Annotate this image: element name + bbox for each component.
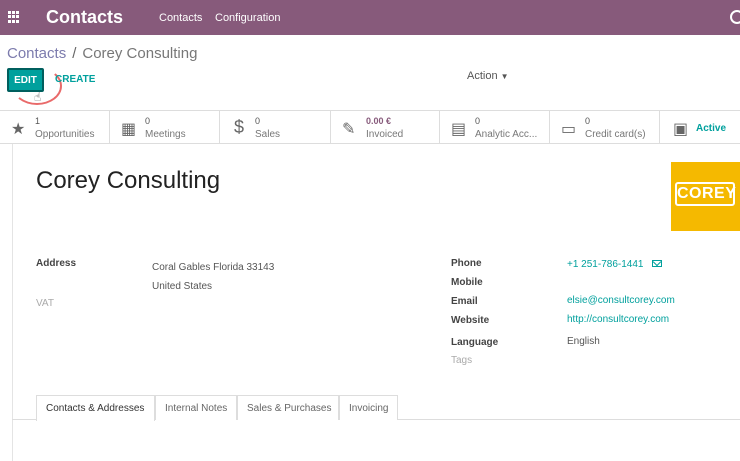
mobile-label: Mobile	[451, 277, 483, 288]
pencil-square-icon: ✎	[342, 121, 356, 138]
address-label: Address	[36, 258, 77, 269]
website-link[interactable]: http://consultcorey.com	[567, 314, 669, 325]
address-line1: Coral Gables Florida 33143	[152, 262, 275, 273]
meetings-button[interactable]: ▦ 0 Meetings	[110, 111, 220, 144]
invoiced-label: Invoiced	[366, 129, 404, 140]
action-label: Action	[467, 70, 498, 82]
calendar-icon: ▦	[121, 121, 137, 138]
sales-label: Sales	[255, 129, 281, 140]
star-icon: ★	[11, 121, 26, 138]
website-label: Website	[451, 315, 490, 326]
breadcrumb-current: Corey Consulting	[82, 45, 198, 62]
address-line2: United States	[152, 281, 213, 292]
caret-down-icon: ▼	[500, 72, 509, 81]
analytic-accounts-label: Analytic Acc...	[475, 129, 538, 140]
language-value: English	[567, 336, 600, 347]
analytic-accounts-count: 0	[475, 116, 481, 126]
create-button[interactable]: CREATE	[55, 74, 95, 85]
email-label: Email	[451, 296, 478, 307]
credit-cards-label: Credit card(s)	[585, 129, 646, 140]
tags-label: Tags	[451, 355, 473, 366]
breadcrumb-contacts-link[interactable]: Contacts	[7, 45, 66, 62]
meetings-count: 0	[145, 116, 151, 126]
active-label: Active	[696, 123, 727, 134]
phone-label: Phone	[451, 258, 482, 269]
partner-logo[interactable]: COREY	[671, 162, 740, 231]
hand-cursor-icon: ☝	[34, 90, 42, 104]
credit-card-icon: ▭	[561, 121, 577, 138]
credit-cards-button[interactable]: ▭ 0 Credit card(s)	[550, 111, 660, 144]
breadcrumb: Contacts / Corey Consulting	[7, 45, 197, 62]
opportunities-button[interactable]: ★ 1 Opportunities	[0, 111, 110, 144]
sales-count: 0	[255, 116, 261, 126]
tab-invoicing[interactable]: Invoicing	[339, 395, 398, 420]
clock-icon[interactable]	[730, 10, 740, 24]
top-navbar: Contacts Contacts Configuration	[0, 0, 740, 35]
partner-name: Corey Consulting	[36, 167, 221, 194]
archive-icon: ▣	[673, 121, 689, 138]
tab-contacts-addresses[interactable]: Contacts & Addresses	[36, 395, 155, 421]
email-link[interactable]: elsie@consultcorey.com	[567, 295, 675, 306]
phone-link[interactable]: +1 251-786-1441	[567, 259, 643, 270]
analytic-accounts-button[interactable]: ▤ 0 Analytic Acc...	[440, 111, 550, 144]
book-icon: ▤	[451, 121, 467, 138]
action-dropdown[interactable]: Action ▼	[467, 70, 509, 82]
invoiced-button[interactable]: ✎ 0.00 € Invoiced	[331, 111, 440, 144]
language-label: Language	[451, 337, 499, 348]
sms-icon[interactable]	[652, 260, 662, 267]
sales-button[interactable]: $ 0 Sales	[220, 111, 331, 144]
tab-internal-notes[interactable]: Internal Notes	[155, 395, 237, 420]
menu-configuration[interactable]: Configuration	[215, 12, 280, 24]
meetings-label: Meetings	[145, 129, 186, 140]
opportunities-count: 1	[35, 116, 41, 126]
dollar-icon: $	[234, 117, 245, 137]
menu-contacts[interactable]: Contacts	[159, 12, 202, 24]
vat-label: VAT	[36, 298, 54, 309]
breadcrumb-separator: /	[72, 45, 77, 62]
invoiced-amount: 0.00 €	[366, 116, 392, 126]
logo-text: COREY	[677, 185, 737, 202]
tab-sales-purchases[interactable]: Sales & Purchases	[237, 395, 339, 420]
apps-grid-icon[interactable]	[8, 11, 20, 23]
app-title: Contacts	[46, 7, 124, 27]
opportunities-label: Opportunities	[35, 129, 95, 140]
smart-buttons-row: ★ 1 Opportunities ▦ 0 Meetings $ 0 Sales…	[0, 110, 740, 144]
credit-cards-count: 0	[585, 116, 591, 126]
